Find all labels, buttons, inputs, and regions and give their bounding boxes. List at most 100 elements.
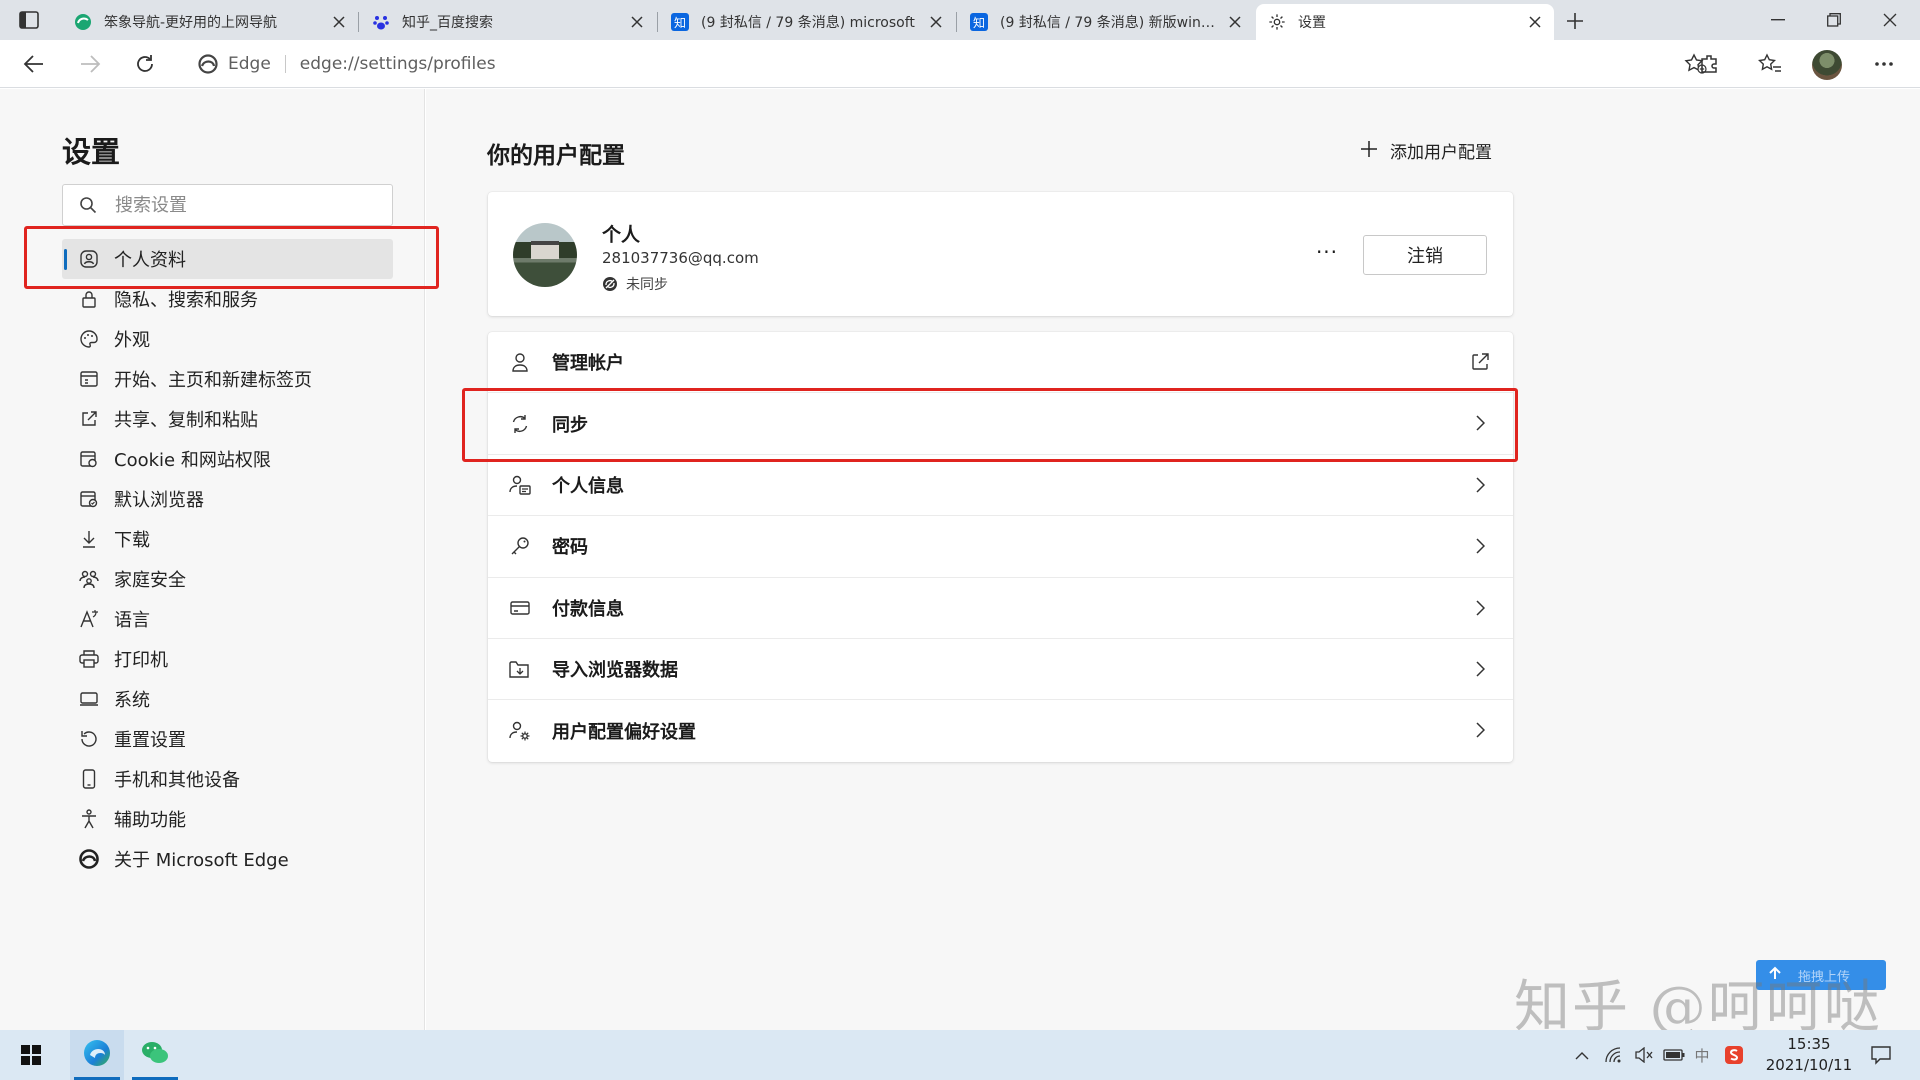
- gear-icon: [1268, 13, 1286, 31]
- tab-title: (9 封私信 / 79 条消息) 新版win10: [1000, 15, 1218, 31]
- chevron-right-icon: [1469, 597, 1491, 619]
- search-box[interactable]: [62, 184, 393, 226]
- tab-title: 知乎_百度搜索: [402, 15, 493, 31]
- edge-icon: [82, 1038, 112, 1072]
- sidebar-item-language[interactable]: 语言: [62, 599, 393, 639]
- tab-zhihu-1[interactable]: 知 (9 封私信 / 79 条消息) microsoft: [659, 4, 955, 40]
- search-icon: [79, 196, 97, 214]
- share-icon: [78, 408, 100, 430]
- phone-icon: [78, 768, 100, 790]
- sync-status: 未同步: [602, 274, 668, 294]
- tab-zhihu-2[interactable]: 知 (9 封私信 / 79 条消息) 新版win10: [958, 4, 1254, 40]
- edge-icon: [78, 848, 100, 870]
- chevron-right-icon: [1469, 474, 1491, 496]
- more-menu-icon[interactable]: [1866, 48, 1902, 80]
- taskbar-edge[interactable]: [70, 1030, 124, 1080]
- tab-bxdh[interactable]: 笨象导航-更好用的上网导航: [62, 4, 358, 40]
- system-icon: [78, 688, 100, 710]
- settings-main: 你的用户配置 添加用户配置 个人 281037736@qq.com 未同步 ··…: [426, 89, 1920, 1030]
- sidebar-item-start-page[interactable]: 开始、主页和新建标签页: [62, 359, 393, 399]
- profile-avatar: [513, 223, 577, 287]
- row-passwords[interactable]: 密码: [488, 516, 1513, 578]
- address-divider: [284, 55, 286, 73]
- tab-divider: [657, 12, 658, 32]
- row-profile-preferences[interactable]: 用户配置偏好设置: [488, 700, 1513, 761]
- row-import-data[interactable]: 导入浏览器数据: [488, 639, 1513, 701]
- address-url[interactable]: edge://settings/profiles: [300, 54, 496, 74]
- wifi-icon[interactable]: [1600, 1030, 1628, 1080]
- sidebar-item-phone[interactable]: 手机和其他设备: [62, 759, 393, 799]
- taskbar-wechat[interactable]: [128, 1030, 182, 1080]
- volume-muted-icon[interactable]: [1630, 1030, 1658, 1080]
- page-title: 你的用户配置: [487, 143, 625, 169]
- sogou-icon[interactable]: [1722, 1030, 1746, 1080]
- address-bar[interactable]: Edge edge://settings/profiles: [180, 46, 1718, 82]
- tab-strip: 笨象导航-更好用的上网导航 知乎_百度搜索 知 (9 封私信 / 79 条消息)…: [0, 0, 1920, 40]
- row-label: 密码: [552, 537, 588, 559]
- sidebar-item-label: 手机和其他设备: [114, 770, 240, 791]
- profile-avatar-button[interactable]: [1812, 50, 1842, 80]
- refresh-button[interactable]: [127, 48, 163, 80]
- person-icon: [508, 350, 532, 374]
- close-icon[interactable]: [1526, 13, 1544, 31]
- person-info-icon: [508, 473, 532, 497]
- sidebar-item-about[interactable]: 关于 Microsoft Edge: [62, 839, 393, 879]
- sidebar-item-label: 辅助功能: [114, 810, 186, 831]
- favorites-icon[interactable]: [1752, 48, 1788, 80]
- row-payment-info[interactable]: 付款信息: [488, 578, 1513, 639]
- sidebar-item-label: 家庭安全: [114, 570, 186, 591]
- sidebar-nav: 个人资料 隐私、搜索和服务 外观 开始、主页和新建标签页 共享、复制和粘贴 Co…: [62, 239, 393, 879]
- extensions-icon[interactable]: [1692, 48, 1728, 80]
- forward-button[interactable]: [72, 48, 108, 80]
- close-icon[interactable]: [628, 13, 646, 31]
- tab-actions-icon[interactable]: [18, 10, 40, 30]
- sidebar-item-share[interactable]: 共享、复制和粘贴: [62, 399, 393, 439]
- minimize-button[interactable]: [1750, 0, 1806, 40]
- tray-chevron-up-icon[interactable]: [1570, 1030, 1594, 1080]
- back-button[interactable]: [16, 48, 52, 80]
- add-profile-button[interactable]: 添加用户配置: [1360, 137, 1492, 163]
- tab-settings[interactable]: 设置: [1256, 4, 1554, 40]
- sidebar-item-default-browser[interactable]: 默认浏览器: [62, 479, 393, 519]
- sidebar-item-downloads[interactable]: 下载: [62, 519, 393, 559]
- sidebar-item-accessibility[interactable]: 辅助功能: [62, 799, 393, 839]
- tab-baidu[interactable]: 知乎_百度搜索: [360, 4, 656, 40]
- sidebar-item-appearance[interactable]: 外观: [62, 319, 393, 359]
- close-icon[interactable]: [330, 13, 348, 31]
- search-input[interactable]: [115, 194, 375, 216]
- tab-title: (9 封私信 / 79 条消息) microsoft: [701, 15, 915, 31]
- sidebar-item-label: 系统: [114, 690, 150, 711]
- sidebar-item-system[interactable]: 系统: [62, 679, 393, 719]
- row-label: 用户配置偏好设置: [552, 722, 696, 744]
- profile-email: 281037736@qq.com: [602, 249, 759, 267]
- profile-name: 个人: [602, 224, 641, 246]
- family-icon: [78, 568, 100, 590]
- sidebar-item-label: 共享、复制和粘贴: [114, 410, 258, 431]
- external-link-icon[interactable]: [1469, 351, 1491, 373]
- sidebar-item-printers[interactable]: 打印机: [62, 639, 393, 679]
- sidebar-item-family[interactable]: 家庭安全: [62, 559, 393, 599]
- signout-button[interactable]: 注销: [1363, 235, 1487, 275]
- ime-indicator[interactable]: 中: [1690, 1030, 1714, 1080]
- notification-center-icon[interactable]: [1866, 1030, 1896, 1080]
- chevron-right-icon: [1469, 658, 1491, 680]
- row-label: 个人信息: [552, 475, 624, 497]
- close-window-button[interactable]: [1862, 0, 1918, 40]
- sidebar-item-reset[interactable]: 重置设置: [62, 719, 393, 759]
- battery-icon[interactable]: [1660, 1030, 1688, 1080]
- row-manage-account[interactable]: 管理帐户: [488, 332, 1513, 394]
- restore-button[interactable]: [1806, 0, 1862, 40]
- row-personal-info[interactable]: 个人信息: [488, 455, 1513, 517]
- zhihu-icon: 知: [671, 13, 689, 31]
- new-tab-button[interactable]: [1562, 8, 1588, 34]
- close-icon[interactable]: [1226, 13, 1244, 31]
- zhihu-icon: 知: [970, 13, 988, 31]
- start-button[interactable]: [10, 1030, 52, 1080]
- taskbar-clock[interactable]: 15:35 2021/10/11: [1754, 1034, 1864, 1076]
- close-icon[interactable]: [927, 13, 945, 31]
- tab-title: 设置: [1298, 15, 1326, 31]
- highlight-box-sync: [462, 388, 1518, 462]
- sidebar-item-cookies[interactable]: Cookie 和网站权限: [62, 439, 393, 479]
- add-profile-label: 添加用户配置: [1390, 142, 1492, 163]
- profile-more-button[interactable]: ···: [1312, 240, 1342, 264]
